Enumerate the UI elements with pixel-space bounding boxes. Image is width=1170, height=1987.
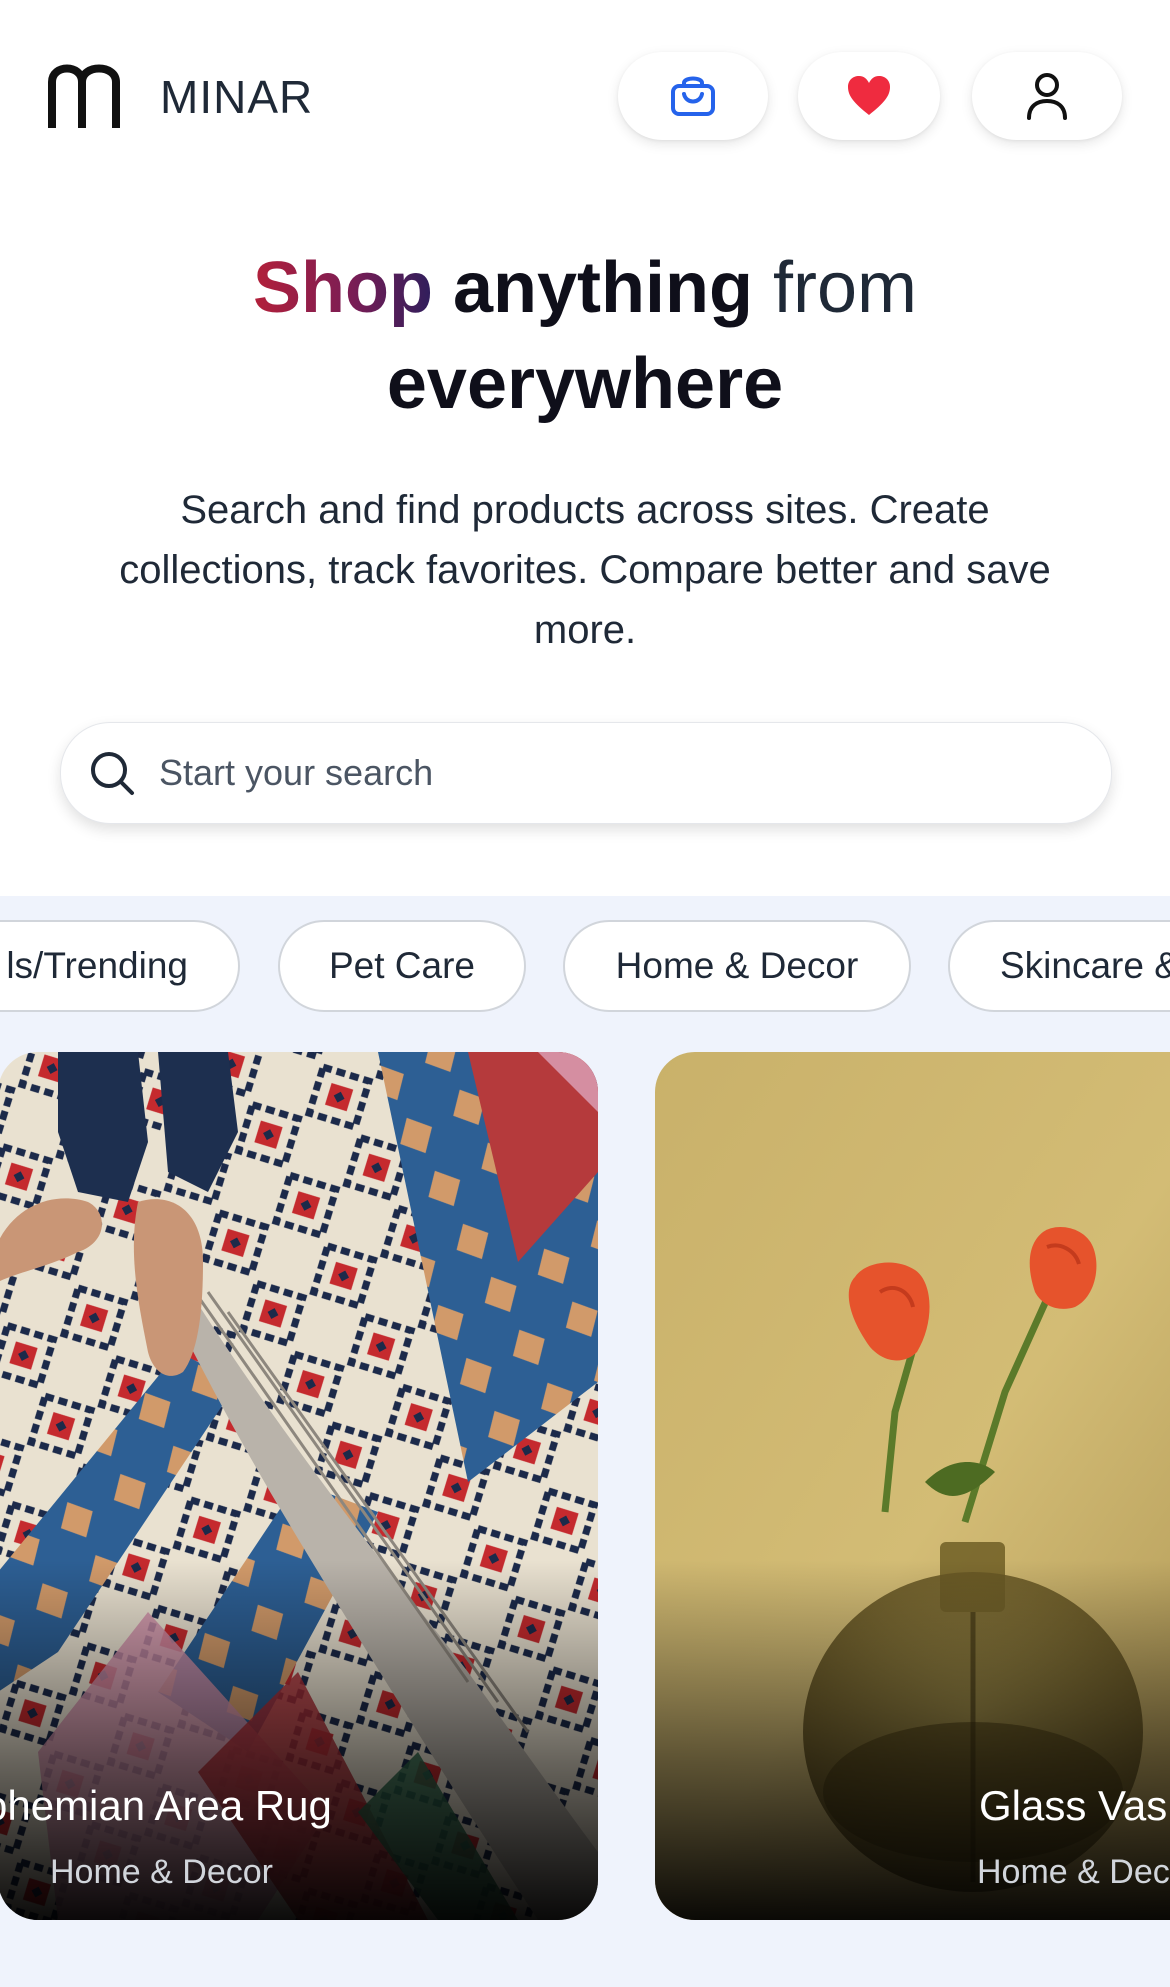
user-icon: [1027, 73, 1067, 120]
hero-title-shop: Shop: [253, 248, 433, 328]
search-bar[interactable]: [60, 722, 1112, 824]
search-input[interactable]: [157, 751, 1061, 795]
shopping-bag-icon: [671, 76, 715, 116]
brand-name: MINAR: [160, 71, 314, 123]
hero-title: Shop anything from everywhere: [0, 240, 1170, 432]
product-title: ohemian Area Rug: [0, 1782, 332, 1829]
hero-subtitle: Search and find products across sites. C…: [119, 488, 1051, 652]
cart-button[interactable]: [618, 52, 768, 140]
category-chip-deals-trending[interactable]: ls/Trending: [0, 920, 240, 1012]
category-chip-home-decor[interactable]: Home & Decor: [563, 920, 911, 1012]
hero-title-anything: anything: [452, 248, 753, 328]
product-category: Home & Dec: [977, 1853, 1170, 1891]
profile-button[interactable]: [972, 52, 1122, 140]
category-chip-skincare[interactable]: Skincare &: [948, 920, 1170, 1012]
hero-title-everywhere: everywhere: [386, 344, 784, 424]
category-section: ls/Trending Pet Care Home & Decor Skinca…: [0, 896, 1170, 1987]
favorites-button[interactable]: [798, 52, 940, 140]
hero-title-from: from: [773, 248, 917, 328]
product-card-rug[interactable]: ohemian Area Rug Home & Decor: [0, 1052, 598, 1920]
product-title: Glass Vas: [979, 1782, 1168, 1829]
product-card-vase[interactable]: Glass Vas Home & Dec: [655, 1052, 1170, 1920]
search-icon: [87, 748, 137, 798]
heart-icon: [848, 76, 890, 115]
app-header: MINAR: [0, 0, 1170, 190]
minar-logo-icon[interactable]: [46, 60, 124, 130]
product-category: Home & Decor: [50, 1853, 273, 1891]
category-chip-pet-care[interactable]: Pet Care: [278, 920, 526, 1012]
